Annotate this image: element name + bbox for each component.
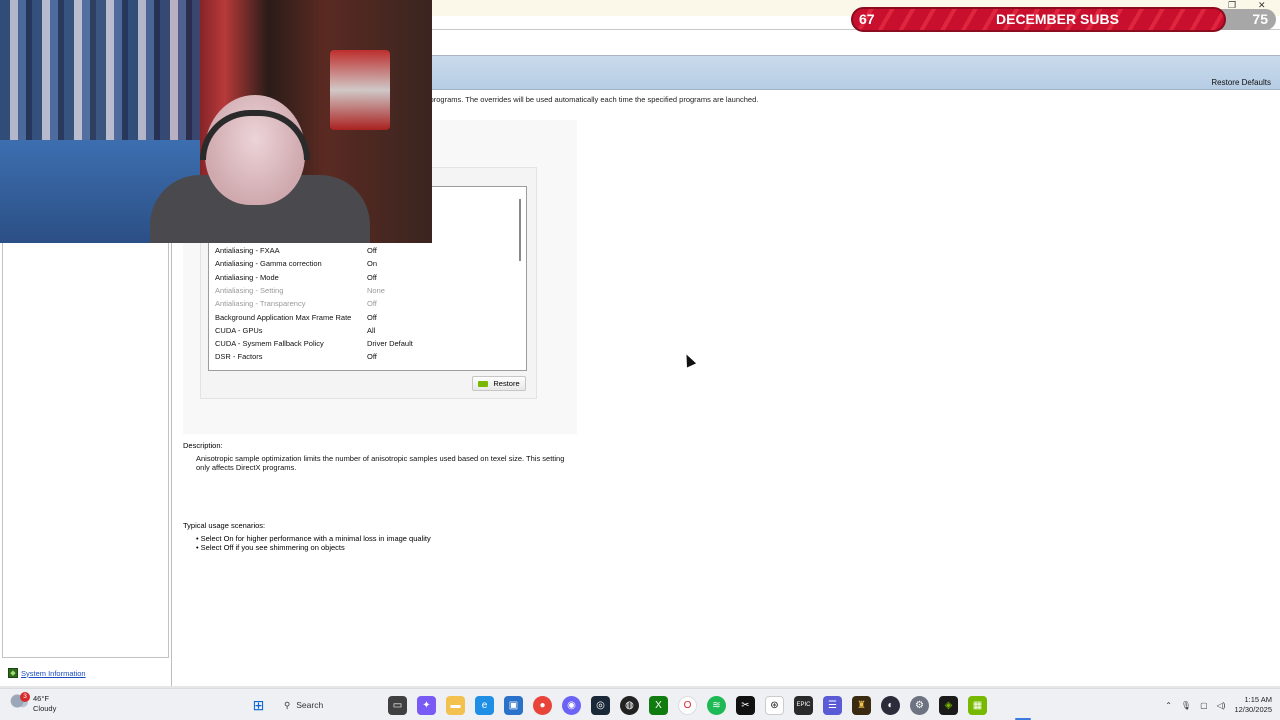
weather-temperature: 46°F <box>33 694 49 703</box>
game-icon[interactable]: ♜ <box>852 695 871 715</box>
weather-badge: 3 <box>20 692 30 702</box>
settings-gear-icon[interactable]: ⚙ <box>910 695 929 715</box>
settings-row[interactable]: DSR - Factors Off <box>215 350 515 363</box>
usage-list: Select On for higher performance with a … <box>196 534 431 552</box>
feature-name: CUDA - GPUs <box>215 325 263 335</box>
settings-row[interactable]: Antialiasing - Gamma correction On <box>215 257 515 270</box>
edge-icon[interactable]: e <box>475 695 494 715</box>
nvidia-icon: ◆ <box>8 668 18 678</box>
webcam-overlay <box>0 0 432 243</box>
restore-button-label: Restore <box>493 379 520 388</box>
clock-time: 1:15 AM <box>1244 695 1272 704</box>
xbox-icon[interactable]: X <box>649 695 668 715</box>
feature-value: Off <box>367 272 377 282</box>
settings-row[interactable]: Antialiasing - Mode Off <box>215 271 515 284</box>
subs-goal-overlay: 67 DECEMBER SUBS 75 <box>851 7 1276 32</box>
chrome-icon[interactable]: ● <box>533 695 552 715</box>
spotify-icon[interactable]: ≋ <box>707 695 726 715</box>
restore-button[interactable]: Restore <box>472 376 526 391</box>
feature-name: Background Application Max Frame Rate <box>215 312 352 322</box>
description-label: Description: <box>183 441 223 450</box>
volume-icon[interactable]: ◁) <box>1217 701 1226 710</box>
chatgpt-icon[interactable]: ⊛ <box>765 695 784 715</box>
capcut-icon[interactable]: ✂ <box>736 695 755 715</box>
search-icon: ⚲ <box>284 699 291 710</box>
usage-item: Select Off if you see shimmering on obje… <box>196 543 431 552</box>
steam-icon[interactable]: ◎ <box>591 695 610 715</box>
system-information-label[interactable]: System Information <box>21 669 86 678</box>
microsoft-store-icon[interactable]: ▣ <box>504 695 523 715</box>
obs-icon[interactable]: ◍ <box>620 695 639 715</box>
subs-title: DECEMBER SUBS <box>996 11 1119 27</box>
nvidia-control-panel-icon[interactable]: ▦ <box>968 695 987 715</box>
nvidia-logo-icon <box>478 380 489 387</box>
webcam-shelf <box>0 0 200 140</box>
feature-value: All <box>367 325 376 335</box>
taskbar-clock[interactable]: 1:15 AM 12/30/2025 <box>1234 695 1272 715</box>
restore-defaults-link[interactable]: Restore Defaults <box>1211 78 1271 87</box>
nvidia-app-icon[interactable]: ◈ <box>939 695 958 715</box>
webcam-figure <box>330 50 390 130</box>
feature-name: Antialiasing - FXAA <box>215 246 280 255</box>
subs-current: 67 <box>859 11 875 27</box>
taskbar: 3 46°F Cloudy ⊞ ⚲ Search ▭ ✦ ▬ e ▣ ● ◉ ◎… <box>0 688 1280 720</box>
subs-goal: 75 <box>1252 11 1268 27</box>
mouse-cursor-icon <box>681 352 697 368</box>
settings-row[interactable]: CUDA - GPUs All <box>215 324 515 337</box>
intro-text: fic programs. The overrides will be used… <box>420 95 759 104</box>
network-icon[interactable]: ▢ <box>1200 701 1208 710</box>
feature-value: On <box>367 259 378 269</box>
discord-icon[interactable]: ◉ <box>562 695 581 715</box>
settings-row[interactable]: Background Application Max Frame Rate Off <box>215 311 515 324</box>
search-label: Search <box>296 700 324 710</box>
usage-item: Select On for higher performance with a … <box>196 534 431 543</box>
microphone-icon[interactable]: 🎙︎ <box>1181 701 1191 710</box>
usage-label: Typical usage scenarios: <box>183 521 266 530</box>
epic-games-icon[interactable]: EPIC <box>794 695 813 715</box>
settings-row[interactable]: Antialiasing - Setting None <box>215 284 515 297</box>
settings-row[interactable]: Antialiasing - FXAA Off <box>215 244 515 257</box>
settings-scrollbar[interactable] <box>514 187 526 370</box>
feature-name: Antialiasing - Gamma correction <box>215 259 322 269</box>
feature-value: None <box>367 285 385 295</box>
clock-date: 12/30/2025 <box>1234 705 1272 714</box>
feature-value: Off <box>367 246 377 255</box>
task-view-icon[interactable]: ▭ <box>388 695 407 715</box>
feature-value: Driver Default <box>367 339 413 349</box>
feature-name: CUDA - Sysmem Fallback Policy <box>215 339 324 349</box>
system-information-link[interactable]: ◆ System Information <box>8 668 86 678</box>
file-explorer-icon[interactable]: ▬ <box>446 695 465 715</box>
feature-name: DSR - Factors <box>215 352 263 362</box>
scrollbar-thumb[interactable] <box>519 199 521 261</box>
description-text: Anisotropic sample optimization limits t… <box>196 454 565 472</box>
close-window-icon[interactable]: ✕ <box>1258 0 1266 11</box>
weather-condition: Cloudy <box>33 704 57 713</box>
copilot-icon[interactable]: ✦ <box>417 695 436 715</box>
feature-name: Antialiasing - Setting <box>215 285 284 295</box>
taskbar-search[interactable]: ⚲ Search <box>278 695 378 715</box>
feature-value: Off <box>367 299 377 309</box>
chevron-up-icon[interactable]: ⌃ <box>1165 701 1172 710</box>
feature-value: Off <box>367 312 377 322</box>
feature-name: Antialiasing - Transparency <box>215 299 306 309</box>
app-icon[interactable]: ☰ <box>823 695 842 715</box>
settings-row[interactable]: CUDA - Sysmem Fallback Policy Driver Defa… <box>215 337 515 350</box>
feature-name: Antialiasing - Mode <box>215 272 279 282</box>
opera-icon[interactable]: O <box>678 695 697 715</box>
restore-window-icon[interactable]: ❐ <box>1228 0 1236 11</box>
windows-start-icon[interactable]: ⊞ <box>249 696 268 715</box>
media-icon[interactable]: ◐ <box>881 695 900 715</box>
weather-widget[interactable]: 3 46°F Cloudy <box>10 692 57 714</box>
settings-row[interactable]: Antialiasing - Transparency Off <box>215 297 515 310</box>
feature-value: Off <box>367 352 377 362</box>
cloud-icon: 3 <box>10 692 30 708</box>
